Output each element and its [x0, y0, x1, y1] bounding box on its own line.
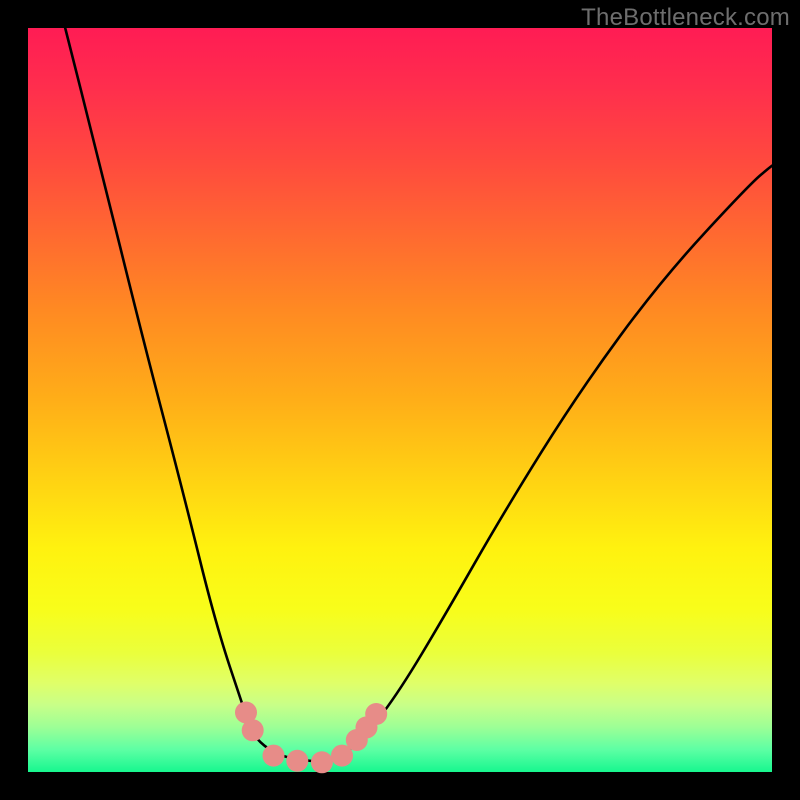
bottleneck-curve — [65, 28, 772, 761]
highlight-point — [263, 745, 285, 767]
highlight-point — [286, 750, 308, 772]
highlight-point — [242, 719, 264, 741]
highlight-point — [365, 703, 387, 725]
chart-frame: TheBottleneck.com — [0, 0, 800, 800]
chart-svg — [28, 28, 772, 772]
highlight-point — [311, 751, 333, 773]
watermark-text: TheBottleneck.com — [581, 4, 790, 32]
plot-area — [28, 28, 772, 772]
highlight-points — [235, 702, 387, 774]
